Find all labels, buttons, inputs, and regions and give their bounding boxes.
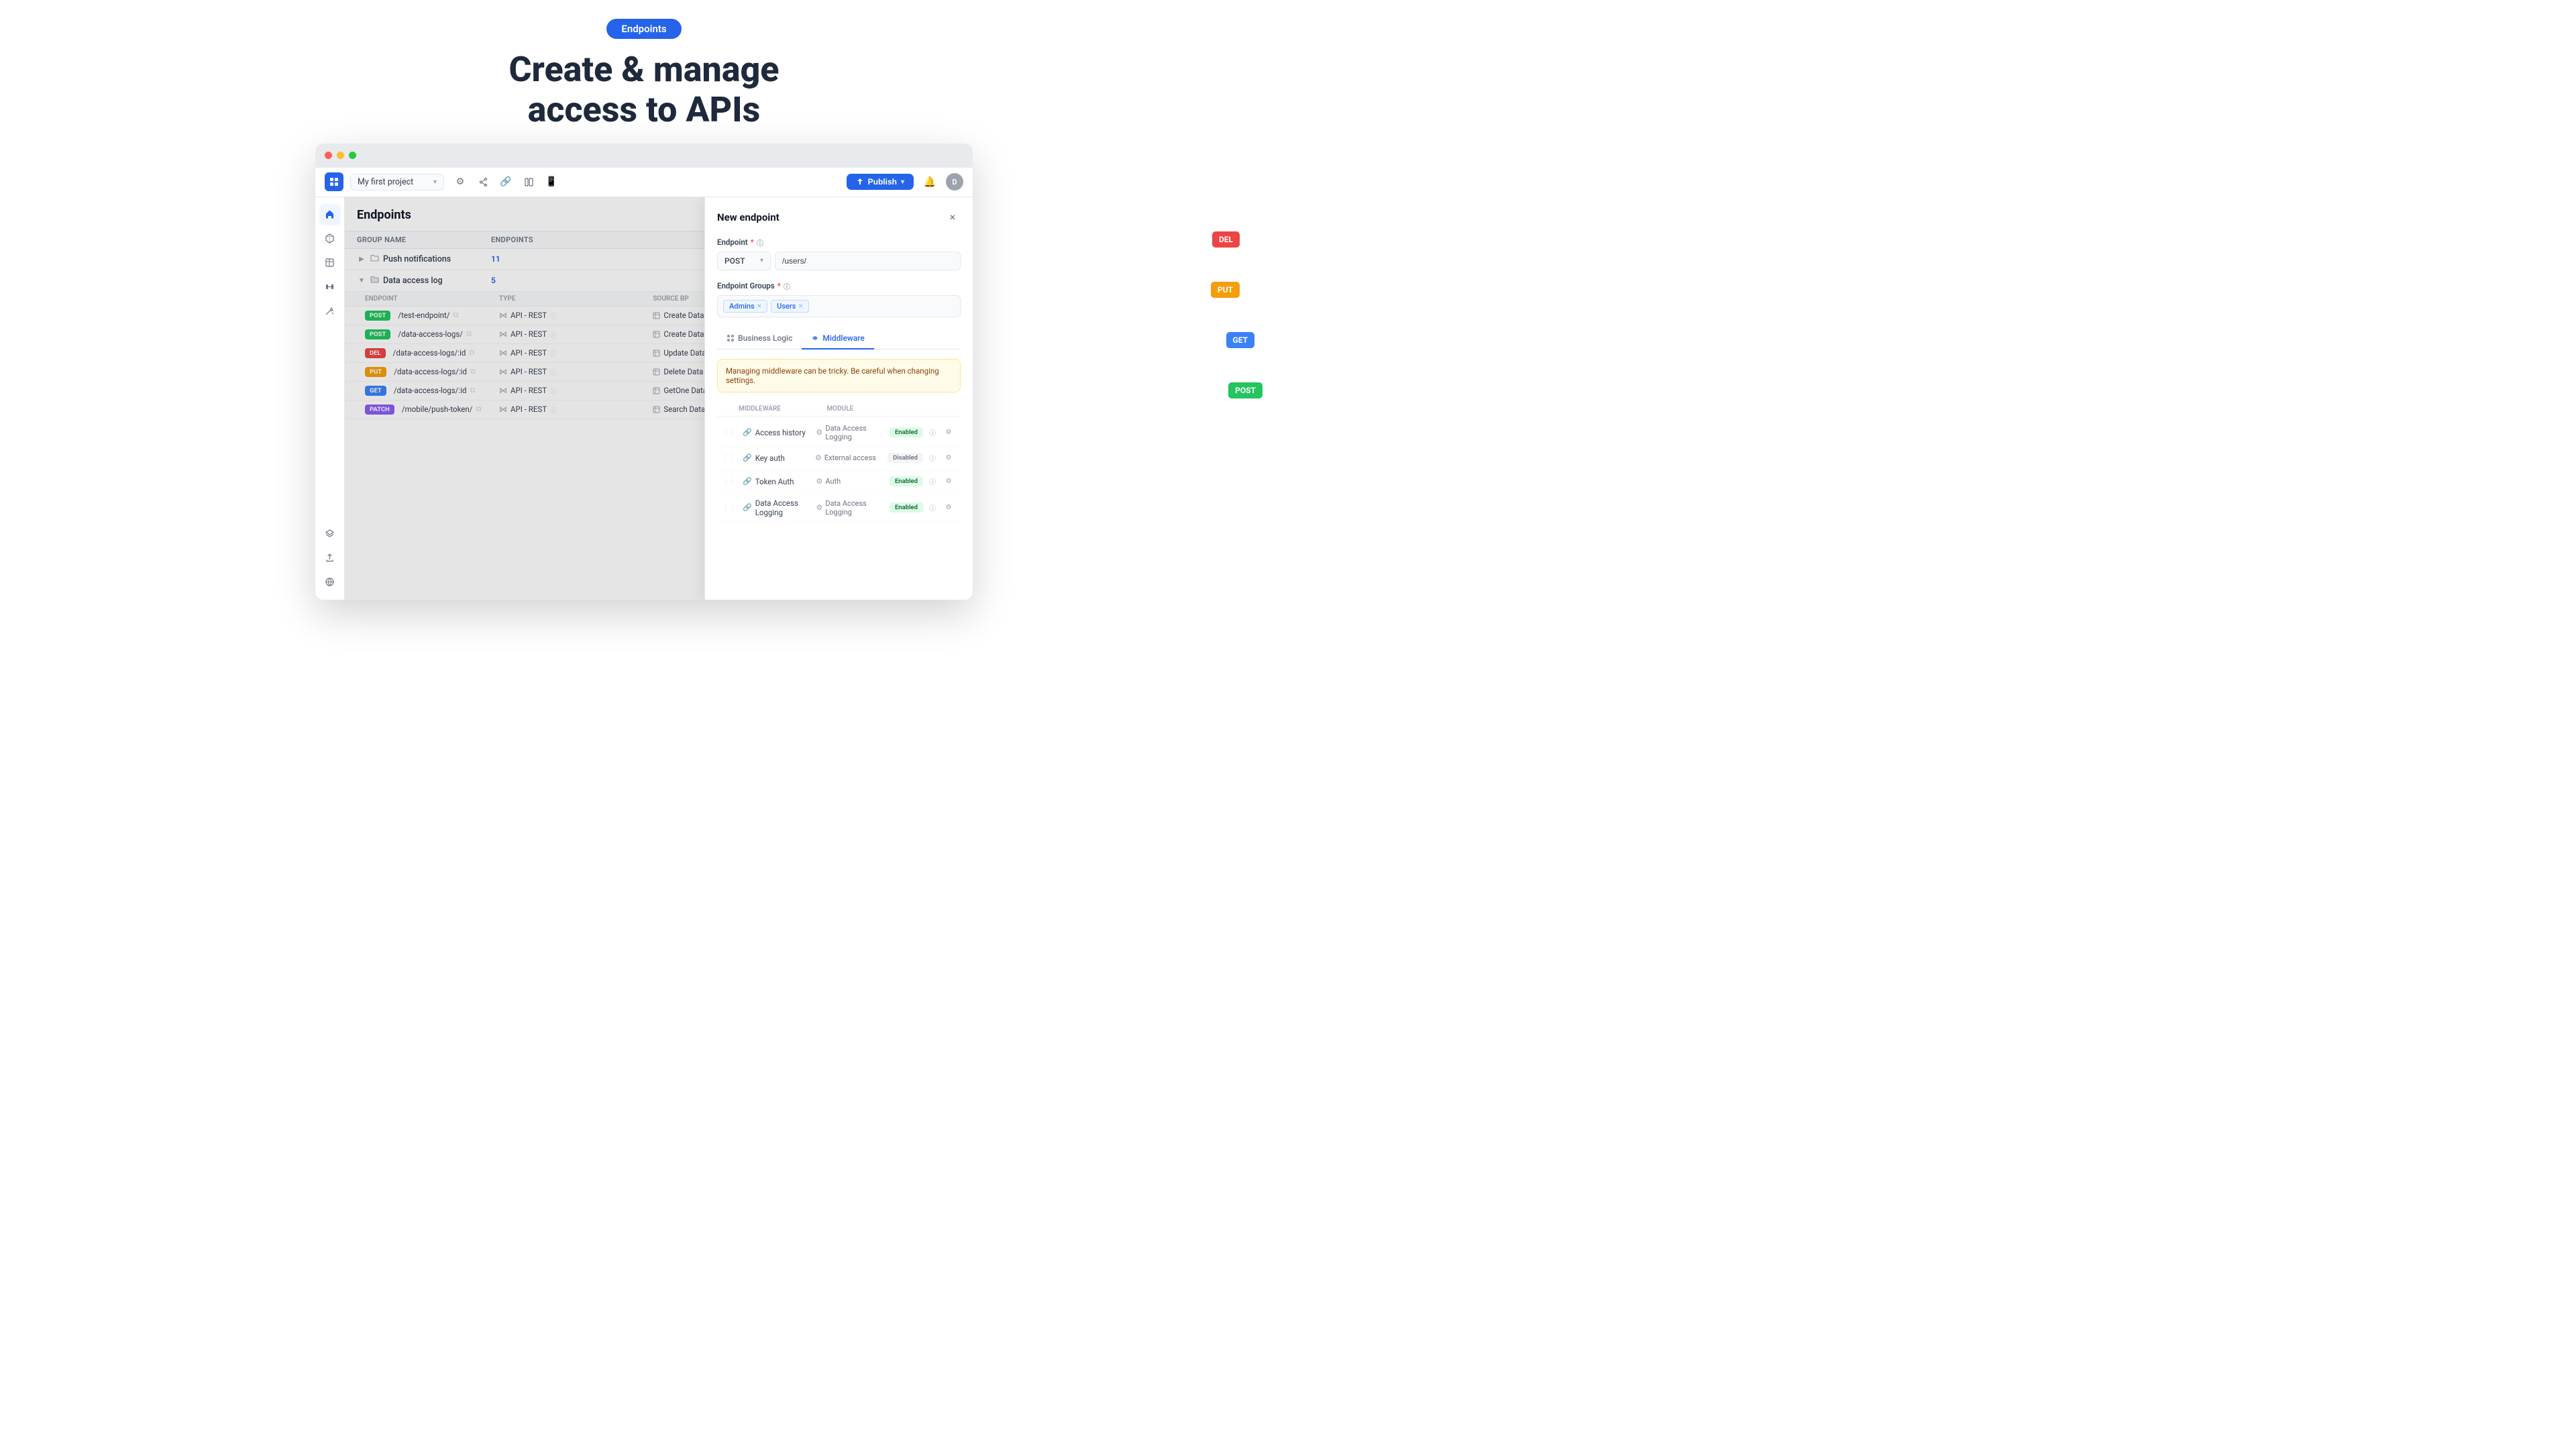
mw-name-key-auth: 🔗 Key auth: [743, 453, 811, 463]
floating-put-badge: PUT: [1211, 282, 1240, 298]
new-endpoint-modal: New endpoint × Endpoint * ⓘ POST: [704, 197, 973, 600]
toolbar-icons: ⚙ 🔗 📱: [451, 172, 561, 191]
project-selector[interactable]: My first project ▾: [350, 174, 444, 191]
hero-section: Endpoints Create & manage access to APIs: [0, 0, 1288, 144]
settings-icon[interactable]: ⚙: [451, 172, 470, 191]
mw-info-btn-4[interactable]: ⓘ: [926, 501, 939, 515]
mw-row-key-auth[interactable]: ⋮⋮ 🔗 Key auth ⚙ External access Disabled: [717, 447, 961, 470]
toolbar: My first project ▾ ⚙ 🔗 �: [315, 168, 973, 197]
tag-admins[interactable]: Admins ×: [723, 300, 767, 313]
modal-overlay: New endpoint × Endpoint * ⓘ POST: [345, 197, 973, 600]
hero-badge: Endpoints: [606, 19, 681, 39]
window-fullscreen-dot[interactable]: [349, 152, 356, 159]
status-badge-4: Enabled: [890, 502, 923, 513]
endpoint-groups-section: Endpoint Groups * ⓘ Admins × Users ×: [717, 281, 961, 317]
sidebar-item-upload[interactable]: [319, 547, 341, 569]
groups-info-icon: ⓘ: [784, 281, 790, 291]
mw-name-access-history: 🔗 Access history: [743, 428, 812, 437]
mw-settings-btn-3[interactable]: ⚙: [942, 475, 955, 488]
link-icon[interactable]: 🔗: [496, 172, 515, 191]
mw-settings-btn-2[interactable]: ⚙: [942, 451, 955, 465]
mw-row-data-access-logging[interactable]: ⋮⋮ 🔗 Data Access Logging ⚙ Data Access L…: [717, 494, 961, 523]
endpoint-field-section: Endpoint * ⓘ POST ▾: [717, 237, 961, 270]
modal-close-button[interactable]: ×: [945, 209, 961, 225]
mw-name-data-access-logging: 🔗 Data Access Logging: [743, 498, 812, 517]
mw-info-btn-1[interactable]: ⓘ: [926, 426, 939, 439]
tab-business-logic[interactable]: Business Logic: [717, 328, 802, 350]
warning-banner: Managing middleware can be tricky. Be ca…: [717, 359, 961, 392]
tag-users-remove[interactable]: ×: [798, 302, 802, 310]
project-dropdown-icon: ▾: [433, 178, 437, 186]
mw-module-2: ⚙ External access: [815, 453, 883, 462]
tab-middleware[interactable]: Middleware: [802, 328, 874, 350]
window-minimize-dot[interactable]: [337, 152, 344, 159]
mw-name-token-auth: 🔗 Token Auth: [743, 477, 812, 486]
main-layout: Endpoints Search New G: [315, 197, 973, 600]
endpoint-label: Endpoint * ⓘ: [717, 237, 961, 248]
share-icon[interactable]: [474, 172, 492, 191]
floating-post-badge: POST: [1228, 382, 1263, 398]
mw-settings-btn-4[interactable]: ⚙: [942, 501, 955, 515]
sidebar-item-layers[interactable]: [319, 523, 341, 545]
sidebar-item-table[interactable]: [319, 252, 341, 274]
modal-title: New endpoint: [717, 211, 780, 223]
mw-module-1: ⚙ Data Access Logging: [816, 424, 885, 441]
publish-button[interactable]: Publish ▾: [847, 174, 914, 190]
sidebar-item-home[interactable]: [319, 204, 341, 225]
app-window: My first project ▾ ⚙ 🔗 �: [315, 144, 973, 600]
path-input[interactable]: [775, 252, 961, 270]
window-close-dot[interactable]: [325, 152, 332, 159]
tag-admins-remove[interactable]: ×: [757, 302, 761, 310]
mw-module-3: ⚙ Auth: [816, 477, 885, 486]
mw-module-4: ⚙ Data Access Logging: [816, 499, 885, 517]
status-badge-1: Enabled: [890, 427, 923, 437]
drag-handle-3[interactable]: ⋮⋮: [722, 478, 739, 485]
mw-table-header: Middleware Module: [717, 402, 961, 417]
tags-container[interactable]: Admins × Users ×: [717, 295, 961, 317]
notification-bell[interactable]: 🔔: [920, 172, 939, 191]
sidebar-item-wand[interactable]: [319, 301, 341, 322]
status-badge-3: Enabled: [890, 476, 923, 486]
hero-title: Create & manage access to APIs: [0, 50, 1288, 130]
drag-handle-2[interactable]: ⋮⋮: [722, 454, 739, 462]
sidebar: [315, 197, 345, 600]
method-dropdown-arrow: ▾: [760, 257, 763, 264]
endpoint-input-row: POST ▾: [717, 252, 961, 270]
sidebar-item-cube[interactable]: [319, 228, 341, 250]
modal-header: New endpoint ×: [717, 209, 961, 225]
groups-label: Endpoint Groups * ⓘ: [717, 281, 961, 291]
required-indicator: *: [751, 237, 754, 247]
floating-get-badge: GET: [1226, 332, 1254, 348]
mw-row-token-auth[interactable]: ⋮⋮ 🔗 Token Auth ⚙ Auth Enabled ⓘ: [717, 470, 961, 494]
drag-handle-1[interactable]: ⋮⋮: [722, 429, 739, 436]
mw-row-access-history[interactable]: ⋮⋮ 🔗 Access history ⚙ Data Access Loggin…: [717, 419, 961, 447]
content-area: Endpoints Search New G: [345, 197, 973, 600]
floating-del-badge: DEL: [1212, 231, 1240, 248]
layout-icon[interactable]: [519, 172, 538, 191]
window-chrome: [315, 144, 973, 168]
method-select[interactable]: POST ▾: [717, 252, 771, 270]
sidebar-item-endpoints[interactable]: [319, 276, 341, 298]
publish-dropdown-arrow: ▾: [901, 178, 904, 186]
mobile-icon[interactable]: 📱: [542, 172, 561, 191]
app-logo: [325, 172, 343, 191]
mw-info-btn-2[interactable]: ⓘ: [926, 451, 939, 465]
sidebar-item-globe[interactable]: [319, 572, 341, 593]
mw-settings-btn-1[interactable]: ⚙: [942, 426, 955, 439]
tag-users[interactable]: Users ×: [771, 300, 809, 313]
mw-info-btn-3[interactable]: ⓘ: [926, 475, 939, 488]
status-badge-2: Disabled: [888, 453, 923, 463]
endpoint-info-icon: ⓘ: [757, 237, 763, 248]
groups-required: *: [777, 281, 781, 290]
modal-tabs: Business Logic Middleware: [717, 328, 961, 350]
user-avatar[interactable]: D: [946, 173, 963, 191]
mw-col-middleware: Middleware: [739, 405, 827, 413]
drag-handle-4[interactable]: ⋮⋮: [722, 504, 739, 511]
mw-col-module: Module: [827, 405, 916, 413]
